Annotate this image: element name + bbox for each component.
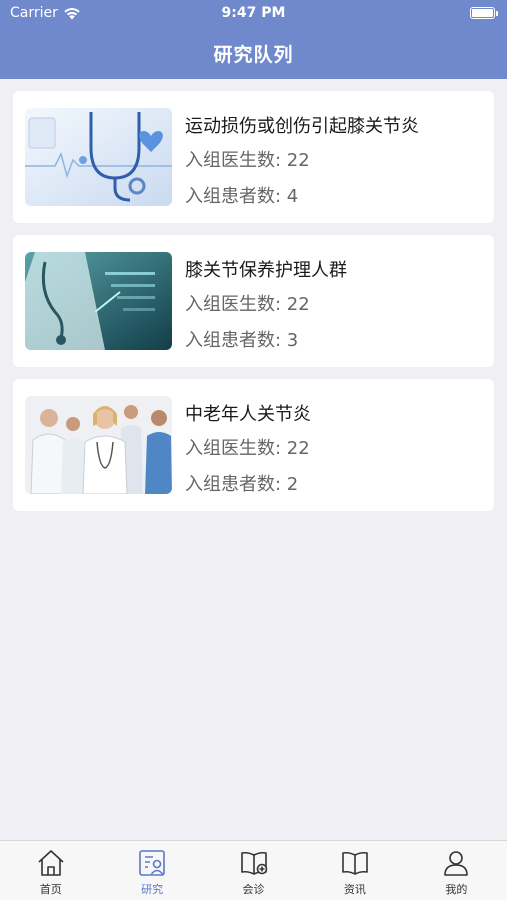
tab-home[interactable]: 首页 (0, 841, 101, 900)
cohort-card[interactable]: 运动损伤或创伤引起膝关节炎 入组医生数: 22 入组患者数: 4 (13, 91, 494, 223)
doctor-hologram-image (25, 252, 172, 350)
tab-research[interactable]: 研究 (101, 841, 202, 900)
tab-consult[interactable]: 会诊 (203, 841, 304, 900)
patient-count: 入组患者数: 2 (185, 474, 299, 495)
tab-news[interactable]: 资讯 (304, 841, 405, 900)
tab-label: 我的 (445, 883, 468, 896)
cohort-title: 膝关节保养护理人群 (185, 260, 347, 281)
cohort-list: 运动损伤或创伤引起膝关节炎 入组医生数: 22 入组患者数: 4 膝关节保养护理… (13, 91, 494, 523)
page-title: 研究队列 (213, 44, 294, 66)
doctor-count: 入组医生数: 22 (185, 438, 310, 459)
cohort-card[interactable]: 膝关节保养护理人群 入组医生数: 22 入组患者数: 3 (13, 235, 494, 367)
cohort-card[interactable]: 中老年人关节炎 入组医生数: 22 入组患者数: 2 (13, 379, 494, 511)
consult-icon (240, 851, 267, 875)
tab-label: 资讯 (343, 883, 366, 896)
research-icon (139, 850, 165, 876)
tab-label: 首页 (39, 883, 62, 896)
person-icon (444, 851, 469, 876)
battery-icon (470, 7, 498, 19)
tab-profile[interactable]: 我的 (406, 841, 507, 900)
navigation-header: Carrier 9:47 PM 研究队列 (0, 0, 507, 79)
tab-bar: 首页 研究 会诊 资讯 我的 (0, 840, 507, 900)
status-time: 9:47 PM (221, 5, 286, 21)
patient-count: 入组患者数: 4 (185, 186, 299, 207)
home-icon (38, 850, 64, 876)
tab-label: 研究 (141, 883, 164, 896)
doctor-count: 入组医生数: 22 (185, 294, 310, 315)
doctor-count: 入组医生数: 22 (185, 150, 310, 171)
patient-count: 入组患者数: 3 (185, 330, 299, 351)
cohort-title: 运动损伤或创伤引起膝关节炎 (185, 116, 419, 137)
book-icon (342, 851, 368, 875)
medical-team-image (25, 396, 172, 494)
stethoscope-heart-image (25, 108, 172, 206)
tab-label: 会诊 (242, 883, 265, 896)
cohort-title: 中老年人关节炎 (185, 404, 311, 425)
status-bar: Carrier 9:47 PM (0, 0, 507, 28)
